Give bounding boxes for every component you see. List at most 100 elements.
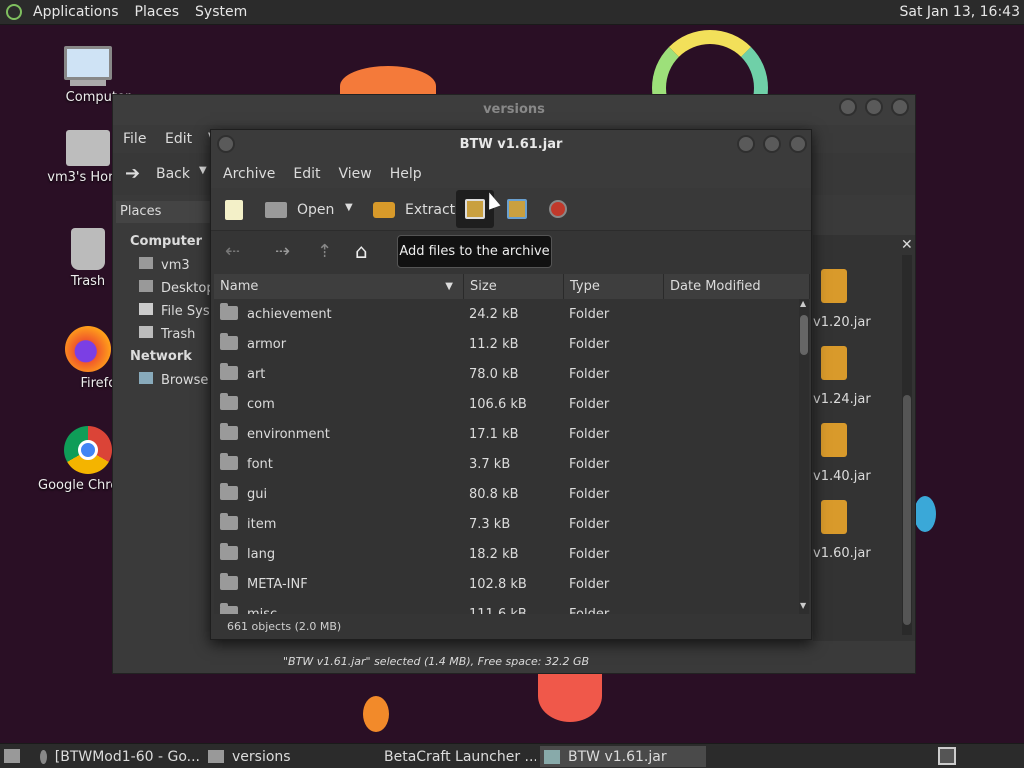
chrome-icon <box>40 749 47 764</box>
open-button[interactable]: Open <box>297 202 334 218</box>
file-list[interactable]: Name ▼ Size Type Date Modified achievemen… <box>214 274 810 614</box>
gnome-foot-icon[interactable] <box>6 4 22 20</box>
folder-icon <box>220 603 238 614</box>
menu-help[interactable]: Help <box>390 166 422 182</box>
show-desktop-icon[interactable] <box>4 749 20 763</box>
file-type: Folder <box>569 487 610 502</box>
menu-view[interactable]: View <box>339 166 372 182</box>
chevron-down-icon[interactable]: ▼ <box>345 202 353 213</box>
close-pane-icon[interactable]: ✕ <box>901 237 913 253</box>
column-header-size[interactable]: Size <box>464 274 564 299</box>
close-button[interactable] <box>891 98 909 116</box>
maximize-button[interactable] <box>865 98 883 116</box>
archive-icon <box>544 749 560 764</box>
file-item[interactable]: v1.60.jar <box>813 500 883 580</box>
sidebar-item-vm3[interactable]: vm3 <box>139 257 190 273</box>
menu-applications[interactable]: Applications <box>28 4 124 20</box>
table-row[interactable]: com 106.6 kB Folder <box>214 389 800 419</box>
sidebar-item-desktop[interactable]: Desktop <box>139 280 213 296</box>
back-button[interactable]: Back <box>156 166 190 182</box>
scrollbar-thumb[interactable] <box>800 315 808 355</box>
menu-file[interactable]: File <box>123 131 146 147</box>
table-row[interactable]: misc 111.6 kB Folder <box>214 599 800 614</box>
table-row[interactable]: item 7.3 kB Folder <box>214 509 800 539</box>
window-menu-button[interactable] <box>217 135 235 153</box>
workspace-switcher[interactable] <box>938 747 956 765</box>
file-size: 102.8 kB <box>469 577 527 592</box>
file-item[interactable]: v1.24.jar <box>813 346 883 426</box>
file-name: v1.20.jar <box>813 315 871 330</box>
scroll-up-icon[interactable]: ▲ <box>800 299 806 308</box>
chevron-down-icon[interactable]: ▼ <box>199 165 207 176</box>
table-row[interactable]: gui 80.8 kB Folder <box>214 479 800 509</box>
folder-icon <box>220 423 238 440</box>
menu-edit[interactable]: Edit <box>165 131 192 147</box>
menu-archive[interactable]: Archive <box>223 166 275 182</box>
extract-icon[interactable] <box>373 202 395 218</box>
archive-titlebar[interactable]: BTW v1.61.jar <box>211 130 811 160</box>
sidebar: Computer vm3 Desktop File System Trash N… <box>113 225 213 665</box>
firefox-icon <box>65 326 111 372</box>
extract-button[interactable]: Extract <box>405 202 455 218</box>
wallpaper-decoration <box>914 496 936 532</box>
add-folder-icon[interactable] <box>507 199 527 219</box>
taskbar-item-chrome[interactable]: [BTWMod1-60 - Go... <box>36 746 200 767</box>
column-header-type[interactable]: Type <box>564 274 664 299</box>
column-header-date[interactable]: Date Modified <box>664 274 810 299</box>
scrollbar-thumb[interactable] <box>903 395 911 625</box>
sidebar-header-computer: Computer <box>130 234 203 249</box>
stop-icon[interactable] <box>549 200 567 218</box>
new-archive-icon[interactable] <box>225 200 243 220</box>
clock[interactable]: Sat Jan 13, 16:43 <box>900 4 1021 20</box>
scrollbar[interactable] <box>902 255 912 635</box>
sidebar-item-trash[interactable]: Trash <box>139 326 195 342</box>
top-panel: Applications Places System Sat Jan 13, 1… <box>0 0 1024 25</box>
maximize-button[interactable] <box>763 135 781 153</box>
file-name: META-INF <box>247 577 308 592</box>
file-item[interactable]: v1.40.jar <box>813 423 883 503</box>
bottom-panel: [BTWMod1-60 - Go... versions BetaCraft L… <box>0 743 1024 768</box>
table-row[interactable]: lang 18.2 kB Folder <box>214 539 800 569</box>
sidebar-item-filesystem[interactable]: File System <box>139 303 213 319</box>
versions-titlebar[interactable]: versions <box>113 95 915 125</box>
file-name: font <box>247 457 273 472</box>
status-text: "BTW v1.61.jar" selected (1.4 MB), Free … <box>283 655 590 668</box>
open-icon[interactable] <box>265 202 287 218</box>
taskbar-item-archive[interactable]: BTW v1.61.jar <box>540 746 706 767</box>
sidebar-item-browse-network[interactable]: Browse Network <box>139 372 213 388</box>
table-row[interactable]: META-INF 102.8 kB Folder <box>214 569 800 599</box>
menu-edit[interactable]: Edit <box>293 166 320 182</box>
column-header-name[interactable]: Name ▼ <box>214 274 464 299</box>
close-button[interactable] <box>789 135 807 153</box>
up-icon[interactable]: ⇡ <box>317 241 332 262</box>
home-icon[interactable]: ⌂ <box>355 239 368 263</box>
file-type: Folder <box>569 427 610 442</box>
back-arrow-icon[interactable]: ➔ <box>125 163 140 184</box>
file-name: environment <box>247 427 330 442</box>
menu-places[interactable]: Places <box>130 4 185 20</box>
places-header[interactable]: Places <box>116 201 212 223</box>
folder-icon <box>220 483 238 500</box>
table-row[interactable]: armor 11.2 kB Folder <box>214 329 800 359</box>
table-row[interactable]: achievement 24.2 kB Folder <box>214 299 800 329</box>
table-row[interactable]: font 3.7 kB Folder <box>214 449 800 479</box>
back-icon[interactable]: ⇠ <box>225 241 240 262</box>
scroll-down-icon[interactable]: ▼ <box>800 601 806 610</box>
table-row[interactable]: art 78.0 kB Folder <box>214 359 800 389</box>
taskbar-item-betacraft[interactable]: BetaCraft Launcher ... <box>372 746 536 767</box>
drive-icon <box>139 303 153 315</box>
archive-window[interactable]: BTW v1.61.jar Archive Edit View Help Ope… <box>210 129 812 640</box>
table-row[interactable]: environment 17.1 kB Folder <box>214 419 800 449</box>
taskbar-item-versions[interactable]: versions <box>204 746 364 767</box>
menu-system[interactable]: System <box>190 4 252 20</box>
wallpaper-decoration <box>538 670 602 722</box>
minimize-button[interactable] <box>839 98 857 116</box>
scrollbar[interactable]: ▲ ▼ <box>799 299 809 614</box>
desktop-icon <box>139 280 153 292</box>
file-item[interactable]: v1.20.jar <box>813 269 883 349</box>
file-size: 111.6 kB <box>469 607 527 614</box>
file-type: Folder <box>569 517 610 532</box>
minimize-button[interactable] <box>737 135 755 153</box>
file-size: 3.7 kB <box>469 457 511 472</box>
forward-icon[interactable]: ⇢ <box>275 241 290 262</box>
